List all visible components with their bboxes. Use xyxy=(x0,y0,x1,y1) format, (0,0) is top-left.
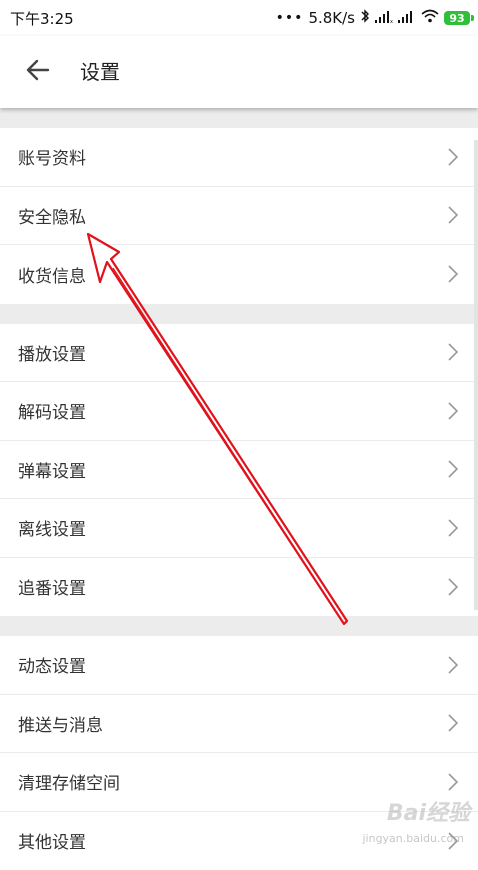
settings-item-label: 追番设置 xyxy=(18,574,86,599)
battery-indicator: 93 xyxy=(444,11,470,25)
svg-text:x: x xyxy=(390,19,393,23)
settings-item-danmaku[interactable]: 弹幕设置 xyxy=(0,441,478,500)
section-divider xyxy=(0,304,478,324)
settings-item-anime-follow[interactable]: 追番设置 xyxy=(0,558,478,617)
settings-item-label: 推送与消息 xyxy=(18,711,103,736)
settings-item-label: 其他设置 xyxy=(18,828,86,853)
page-title: 设置 xyxy=(80,58,120,86)
chevron-right-icon xyxy=(448,265,458,283)
status-time: 下午3:25 xyxy=(10,8,74,29)
settings-item-account-profile[interactable]: 账号资料 xyxy=(0,128,478,187)
chevron-right-icon xyxy=(448,519,458,537)
chevron-right-icon xyxy=(448,773,458,791)
section-divider xyxy=(0,616,478,636)
settings-item-offline[interactable]: 离线设置 xyxy=(0,499,478,558)
settings-item-label: 播放设置 xyxy=(18,340,86,365)
chevron-right-icon xyxy=(448,402,458,420)
settings-item-label: 动态设置 xyxy=(18,652,86,677)
settings-item-push-messages[interactable]: 推送与消息 xyxy=(0,695,478,754)
settings-list: 账号资料 安全隐私 收货信息 播放设置 解码设置 弹幕设置 离线设置 追番设置 … xyxy=(0,108,478,870)
scrollbar[interactable] xyxy=(474,140,478,610)
network-dots: ••• xyxy=(276,10,304,26)
chevron-right-icon xyxy=(448,148,458,166)
settings-item-label: 账号资料 xyxy=(18,144,86,169)
settings-item-decoding[interactable]: 解码设置 xyxy=(0,382,478,441)
chevron-right-icon xyxy=(448,714,458,732)
watermark-url: jingyan.baidu.com xyxy=(362,832,464,845)
chevron-right-icon xyxy=(448,656,458,674)
status-icons: ••• 5.8K/s x 93 xyxy=(276,9,470,27)
settings-item-shipping-info[interactable]: 收货信息 xyxy=(0,245,478,304)
signal-icon: x xyxy=(375,9,393,27)
chevron-right-icon xyxy=(448,578,458,596)
status-bar: 下午3:25 ••• 5.8K/s x 93 xyxy=(0,0,478,36)
network-speed: 5.8K/s xyxy=(308,9,355,27)
settings-item-label: 清理存储空间 xyxy=(18,769,120,794)
settings-item-security-privacy[interactable]: 安全隐私 xyxy=(0,187,478,246)
back-button[interactable] xyxy=(18,54,58,90)
chevron-right-icon xyxy=(448,460,458,478)
bluetooth-icon xyxy=(360,9,370,27)
settings-item-label: 安全隐私 xyxy=(18,203,86,228)
signal-icon-2 xyxy=(398,9,416,27)
app-bar: 设置 xyxy=(0,36,478,108)
settings-item-label: 离线设置 xyxy=(18,515,86,540)
arrow-left-icon xyxy=(26,59,50,85)
settings-item-feed[interactable]: 动态设置 xyxy=(0,636,478,695)
chevron-right-icon xyxy=(448,206,458,224)
watermark-logo: Bai经验 xyxy=(387,795,470,827)
section-divider xyxy=(0,108,478,128)
settings-item-playback[interactable]: 播放设置 xyxy=(0,324,478,383)
settings-item-label: 收货信息 xyxy=(18,262,86,287)
chevron-right-icon xyxy=(448,343,458,361)
settings-item-label: 解码设置 xyxy=(18,398,86,423)
wifi-icon xyxy=(421,9,439,27)
settings-item-label: 弹幕设置 xyxy=(18,457,86,482)
